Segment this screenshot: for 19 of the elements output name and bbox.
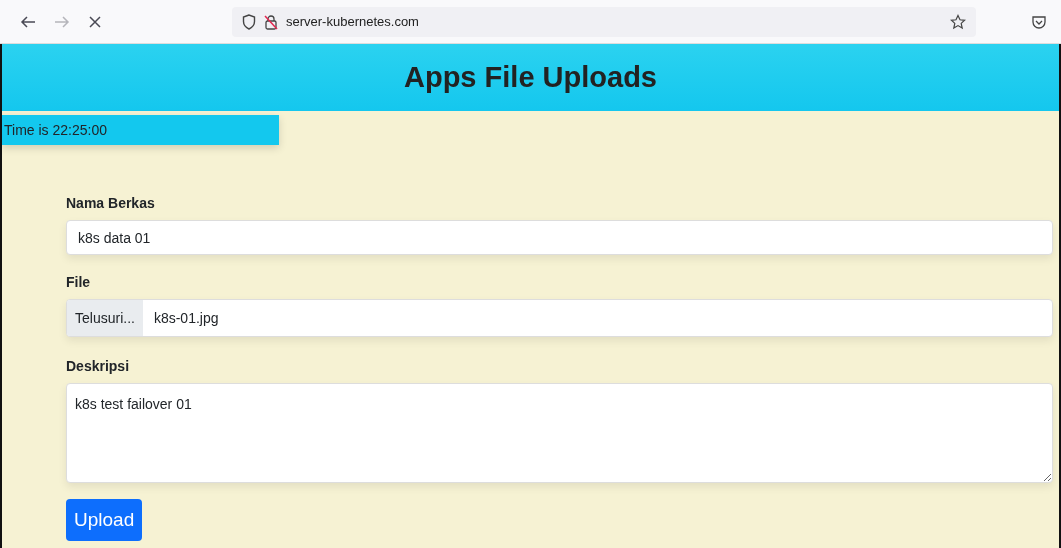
shield-icon[interactable] (242, 13, 256, 30)
field-label: Nama Berkas (66, 195, 156, 211)
text-area[interactable]: k8s test failover 01 (66, 383, 1053, 483)
star-icon[interactable] (950, 13, 966, 30)
back-arrow-icon[interactable] (20, 14, 36, 29)
field-label: File (66, 274, 92, 290)
insecure-lock-icon[interactable] (264, 13, 278, 30)
file-name: k8s-01.jpg (152, 310, 219, 326)
time-banner: Time is 22:25:00 (2, 115, 279, 145)
pocket-icon[interactable] (1031, 13, 1047, 30)
browse-button[interactable]: Telusuri... (67, 300, 143, 336)
input-field[interactable]: k8s data 01 (66, 220, 1053, 255)
field-label: Deskripsi (66, 358, 131, 374)
upload-button[interactable]: Upload (66, 499, 143, 541)
file-input[interactable]: Telusuri... k8s-01.jpg (66, 299, 1053, 337)
stop-icon[interactable] (88, 14, 102, 29)
address-bar[interactable]: server-kubernetes.com (232, 6, 976, 37)
url-text: server-kubernetes.com (286, 14, 420, 29)
page-title: Apps File Uploads (404, 61, 657, 94)
